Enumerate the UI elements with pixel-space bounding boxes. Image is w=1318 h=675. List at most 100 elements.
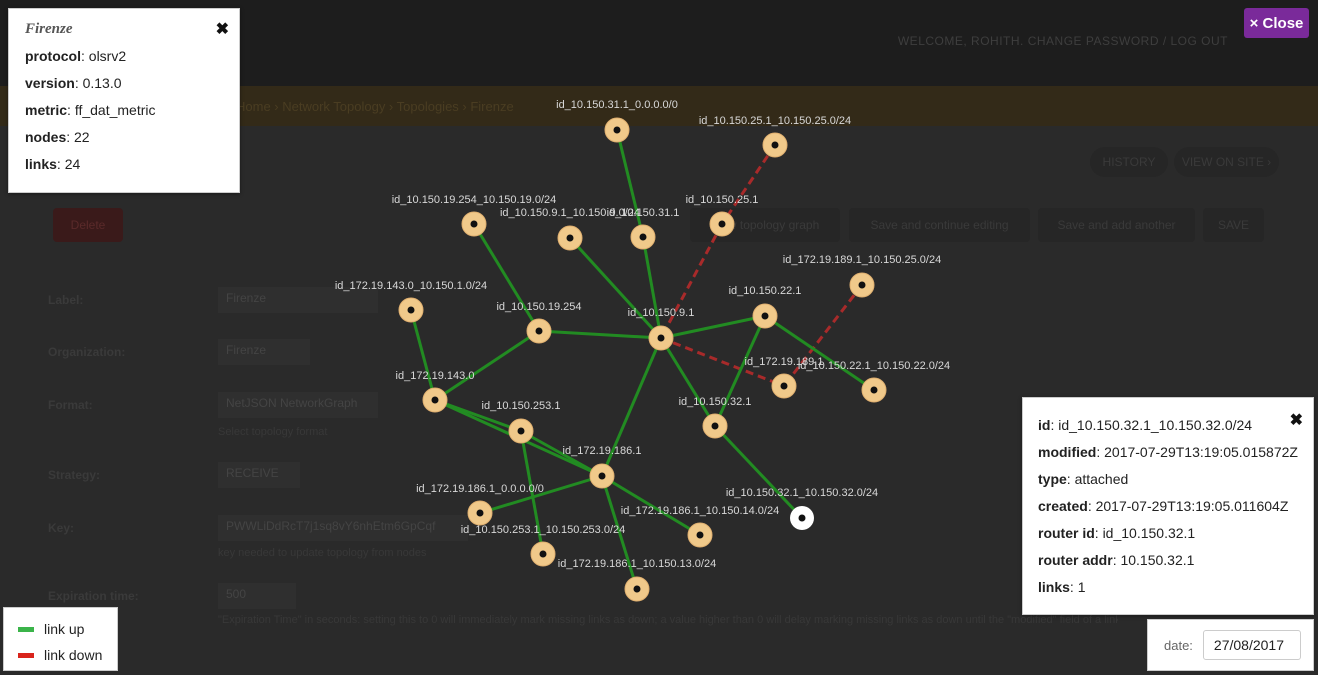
graph-node[interactable]: id_10.150.25.1_10.150.25.0/24 (699, 115, 851, 158)
graph-node[interactable]: id_172.19.186.1_10.150.13.0/24 (558, 558, 716, 602)
topology-title: Firenze (25, 21, 73, 37)
link-up[interactable] (538, 329, 662, 340)
node-label: id_10.150.31.1_0.0.0.0/0 (556, 99, 678, 111)
node-dot (780, 382, 788, 390)
info-key: modified (1038, 444, 1097, 460)
info-value: 0.13.0 (82, 75, 122, 91)
node-dot (431, 396, 439, 404)
graph-node[interactable]: id_10.150.31.1_0.0.0.0/0 (556, 99, 678, 143)
info-value: 10.150.32.1 (1120, 552, 1195, 568)
info-row: id: id_10.150.32.1_10.150.32.0/24 (1038, 417, 1253, 433)
info-value: ff_dat_metric (74, 102, 156, 118)
node-label: id_10.150.19.254_10.150.19.0/24 (392, 194, 557, 206)
info-key: router addr (1038, 552, 1113, 568)
info-key: links (1038, 579, 1070, 595)
graph-node[interactable]: id_172.19.189.1_10.150.25.0/24 (783, 254, 941, 298)
graph-node[interactable]: id_10.150.9.1 (628, 307, 695, 351)
node-label: id_172.19.186.1_10.150.14.0/24 (621, 505, 779, 517)
info-value: id_10.150.32.1 (1102, 525, 1196, 541)
legend-down-label: link down (44, 647, 103, 663)
info-value: id_10.150.32.1_10.150.32.0/24 (1058, 417, 1253, 433)
info-row: protocol: olsrv2 (25, 48, 127, 64)
node-label: id_172.19.143.0 (396, 370, 475, 382)
node-dot (718, 220, 726, 228)
node-label: id_172.19.143.0_10.150.1.0/24 (335, 280, 487, 292)
node-label: id_172.19.186.1 (563, 445, 642, 457)
node-label: id_10.150.19.254 (496, 301, 581, 313)
info-key: version (25, 75, 75, 91)
node-dot (761, 312, 769, 320)
info-key: protocol (25, 48, 81, 64)
node-dot (798, 514, 806, 522)
link-down[interactable] (720, 144, 777, 225)
info-row: metric: ff_dat_metric (25, 102, 156, 118)
node-label: id_10.150.22.1_10.150.22.0/24 (798, 360, 950, 372)
link-up[interactable] (659, 337, 717, 427)
info-row: nodes: 22 (25, 129, 90, 145)
close-icon[interactable]: ✖ (1290, 410, 1303, 430)
node-dot (470, 220, 478, 228)
graph-node[interactable]: id_172.19.186.1_10.150.14.0/24 (621, 505, 779, 548)
link-down-swatch (18, 652, 34, 658)
info-key: type (1038, 471, 1067, 487)
link-up[interactable] (713, 315, 767, 427)
info-value: olsrv2 (88, 48, 127, 64)
node-dot (598, 472, 606, 480)
node-dot (476, 509, 484, 517)
graph-node[interactable]: id_172.19.186.1_0.0.0.0/0 (416, 483, 544, 526)
node-label: id_10.150.253.1_10.150.253.0/24 (461, 524, 626, 536)
link-up[interactable] (434, 329, 540, 402)
info-key: router id (1038, 525, 1095, 541)
legend-link-up: link up (18, 616, 103, 642)
date-picker: date: 27/08/2017 (1147, 619, 1314, 671)
info-row: type: attached (1038, 471, 1129, 487)
node-dot (870, 386, 878, 394)
node-dot (771, 141, 779, 149)
info-value: 2017-07-29T13:19:05.011604Z (1095, 498, 1289, 514)
node-dot (566, 234, 574, 242)
node-dot (613, 126, 621, 134)
node-label: id_172.19.186.1_0.0.0.0/0 (416, 483, 544, 495)
graph-node[interactable]: id_10.150.19.254 (496, 301, 582, 344)
node-dot (517, 427, 525, 435)
date-label: date: (1164, 637, 1193, 653)
legend: link up link down (3, 607, 118, 671)
node-dot (657, 334, 665, 342)
graph-node[interactable]: id_10.150.31.1 (607, 207, 680, 250)
node-dot (539, 550, 547, 558)
info-value: attached (1074, 471, 1129, 487)
node-label: id_10.150.25.1_10.150.25.0/24 (699, 115, 851, 127)
info-row: router id: id_10.150.32.1 (1038, 525, 1196, 541)
info-key: created (1038, 498, 1088, 514)
info-row: router addr: 10.150.32.1 (1038, 552, 1195, 568)
info-key: metric (25, 102, 68, 118)
node-dot (696, 531, 704, 539)
info-row: modified: 2017-07-29T13:19:05.015872Z (1038, 444, 1298, 460)
node-info-panel: ✖ id: id_10.150.32.1_10.150.32.0/24modif… (1022, 397, 1314, 615)
link-down[interactable] (659, 223, 724, 339)
info-value: 2017-07-29T13:19:05.015872Z (1104, 444, 1298, 460)
node-label: id_10.150.25.1 (686, 194, 759, 206)
date-input[interactable]: 27/08/2017 (1202, 630, 1301, 660)
topology-rows: protocol: olsrv2 version: 0.13.0 metric: f… (25, 43, 223, 178)
graph-node[interactable]: id_10.150.32.1 (679, 396, 752, 439)
close-icon[interactable]: ✖ (216, 19, 229, 39)
node-label: id_10.150.32.1 (679, 396, 752, 408)
info-key: links (25, 156, 57, 172)
link-up[interactable] (409, 309, 437, 401)
topology-info-panel: Firenze ✖ protocol: olsrv2 version: 0.13.… (8, 8, 240, 193)
graph-node[interactable]: id_172.19.186.1 (563, 445, 642, 489)
graph-node[interactable]: id_10.150.22.1_10.150.22.0/24 (798, 360, 950, 403)
link-up[interactable] (472, 223, 541, 332)
node-label: id_10.150.32.1_10.150.32.0/24 (726, 487, 878, 499)
link-up[interactable] (660, 314, 766, 340)
info-row: version: 0.13.0 (25, 75, 122, 91)
graph-node[interactable]: id_10.150.25.1 (686, 194, 759, 237)
node-label: id_10.150.22.1 (729, 285, 802, 297)
close-button[interactable]: × Close (1244, 8, 1309, 38)
graph-node[interactable]: id_172.19.143.0 (396, 370, 475, 413)
link-up[interactable] (615, 129, 645, 238)
graph-node[interactable]: id_172.19.143.0_10.150.1.0/24 (335, 280, 487, 323)
node-info-rows: id: id_10.150.32.1_10.150.32.0/24modifie… (1038, 412, 1298, 601)
legend-link-down: link down (18, 642, 103, 668)
